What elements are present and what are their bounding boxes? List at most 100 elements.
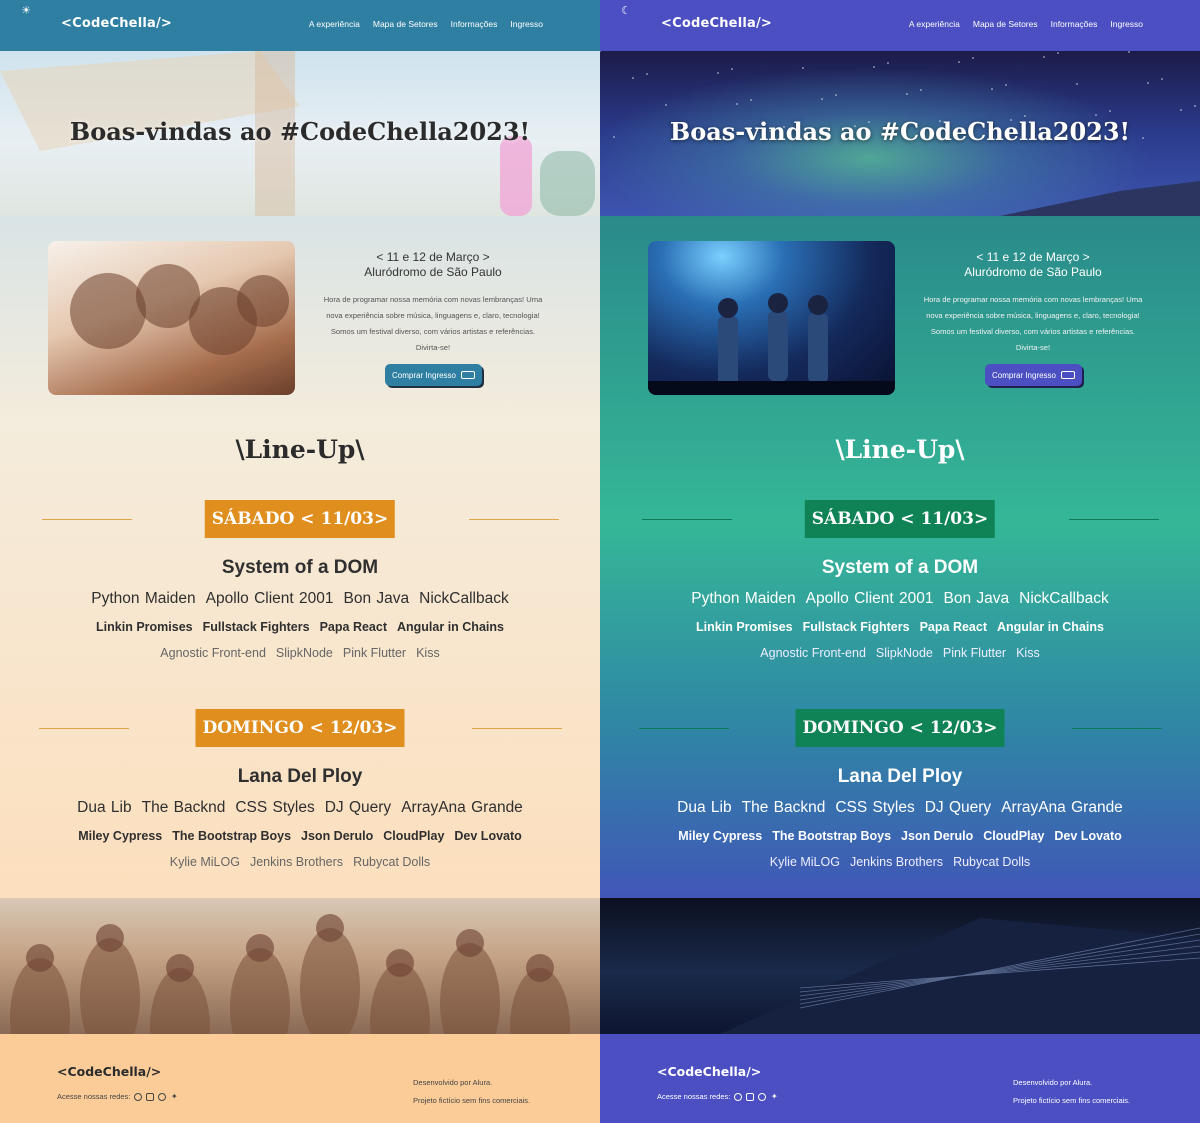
star-shape xyxy=(632,77,634,79)
twitch-icon[interactable] xyxy=(146,1092,155,1101)
crowd-head-shape xyxy=(456,929,484,957)
star-shape xyxy=(1043,56,1045,58)
artist-name: SlipkNode xyxy=(875,646,933,660)
star-shape xyxy=(1194,105,1196,107)
headliner: System of a DOM xyxy=(821,557,979,578)
nav-link-mapa-setores[interactable]: Mapa de Setores xyxy=(373,19,438,29)
artist-name: Kylie MiLOG xyxy=(769,855,840,869)
twitter-icon[interactable]: ✦ xyxy=(770,1092,778,1101)
nav-link-informacoes[interactable]: Informações xyxy=(1051,19,1098,29)
divider-line-left xyxy=(42,519,132,520)
star-shape xyxy=(906,93,908,95)
footer-logo[interactable]: <CodeChella/> xyxy=(57,1064,161,1079)
artist-name: Python Maiden xyxy=(91,590,196,607)
credit-developed-by: Desenvolvido por Alura. xyxy=(1013,1078,1093,1087)
mountain-shape xyxy=(1000,181,1200,216)
header-logo[interactable]: <CodeChella/> xyxy=(661,16,772,31)
crowd-head-shape xyxy=(526,954,554,982)
star-shape xyxy=(731,68,733,70)
header-logo[interactable]: <CodeChella/> xyxy=(61,16,172,31)
nav-link-ingresso[interactable]: Ingresso xyxy=(1110,19,1143,29)
intro-photo-image xyxy=(70,264,289,355)
star-shape xyxy=(646,73,648,75)
artists-tier-1: Python Maiden Apollo Client 2001 Bon Java N… xyxy=(0,590,600,608)
star-shape xyxy=(717,72,719,74)
credit-disclaimer: Projeto fictício sem fins comerciais. xyxy=(413,1096,531,1105)
event-description: Hora de programar nossa memória com nova… xyxy=(923,295,1143,352)
intro-photo-image xyxy=(648,293,895,395)
nav-link-experiencia[interactable]: A experiência xyxy=(309,19,360,29)
nav-link-informacoes[interactable]: Informações xyxy=(451,19,498,29)
artist-name: Kiss xyxy=(416,646,440,660)
nav-link-ingresso[interactable]: Ingresso xyxy=(510,19,543,29)
artists-tier-3: Agnostic Front-end SlipkNode Pink Flutter K… xyxy=(600,646,1200,660)
main-nav: A experiência Mapa de Setores Informaçõe… xyxy=(309,19,543,29)
crowd-banner xyxy=(600,898,1200,1034)
artist-name: The Bootstrap Boys xyxy=(172,829,292,843)
person-head-shape xyxy=(70,273,146,349)
star-shape xyxy=(972,57,974,59)
divider-line-right xyxy=(1072,728,1162,729)
sun-icon[interactable]: ☀ xyxy=(20,5,32,17)
artist-name: Angular in Chains xyxy=(997,620,1104,634)
nav-link-mapa-setores[interactable]: Mapa de Setores xyxy=(973,19,1038,29)
artist-name: CloudPlay xyxy=(983,829,1045,843)
twitch-icon[interactable] xyxy=(746,1092,755,1101)
star-shape xyxy=(835,94,837,96)
site-header: ☾ <CodeChella/> A experiência Mapa de Se… xyxy=(600,0,1200,51)
musician-head-shape xyxy=(718,298,738,318)
event-dates: < 11 e 12 de Março > xyxy=(376,250,490,264)
star-shape xyxy=(1109,110,1111,112)
footer-logo[interactable]: <CodeChella/> xyxy=(657,1064,761,1079)
event-info: < 11 e 12 de Março > Aluródromo de São P… xyxy=(918,250,1148,386)
crowd-banner-image xyxy=(10,914,570,1034)
artist-name: Agnostic Front-end xyxy=(760,646,866,660)
star-shape xyxy=(1076,83,1078,85)
artists-tier-2: Miley Cypress The Bootstrap Boys Json Deru… xyxy=(0,829,600,843)
buy-ticket-button[interactable]: Comprar Ingresso xyxy=(985,364,1082,386)
buy-ticket-label: Comprar Ingresso xyxy=(991,370,1057,380)
nav-link-experiencia[interactable]: A experiência xyxy=(909,19,960,29)
day-badge: DOMINGO < 12/03> xyxy=(195,709,405,747)
star-shape xyxy=(887,62,889,64)
whatsapp-icon[interactable] xyxy=(734,1092,743,1101)
site-footer: <CodeChella/> Acesse nossas redes: ✦ Des… xyxy=(600,1034,1200,1123)
artist-name: DJ Query xyxy=(924,799,992,816)
social-links: Acesse nossas redes: ✦ xyxy=(657,1092,778,1101)
star-shape xyxy=(958,61,960,63)
artist-name: Fullstack Fighters xyxy=(202,620,310,634)
instagram-icon[interactable] xyxy=(758,1092,767,1101)
whatsapp-icon[interactable] xyxy=(134,1092,143,1101)
artist-name: Rubycat Dolls xyxy=(953,855,1031,869)
plush-shape xyxy=(540,151,595,216)
main-nav: A experiência Mapa de Setores Informaçõe… xyxy=(909,19,1143,29)
moon-icon[interactable]: ☾ xyxy=(620,5,632,17)
artists-tier-3: Kylie MiLOG Jenkins Brothers Rubycat Dolls xyxy=(600,855,1200,869)
crowd-head-shape xyxy=(246,934,274,962)
star-shape xyxy=(802,67,804,69)
musician-shape xyxy=(768,311,788,381)
artist-name: DJ Query xyxy=(324,799,392,816)
star-shape xyxy=(1057,52,1059,54)
star-shape xyxy=(1147,82,1149,84)
twitter-icon[interactable]: ✦ xyxy=(170,1092,178,1101)
artist-name: Apollo Client 2001 xyxy=(205,590,334,607)
artist-name: Pink Flutter xyxy=(342,646,407,660)
artist-name: Linkin Promises xyxy=(696,620,793,634)
crowd-person-shape xyxy=(300,928,360,1034)
star-shape xyxy=(873,66,875,68)
person-head-shape xyxy=(237,275,289,327)
star-shape xyxy=(920,89,922,91)
artist-name: ArrayAna Grande xyxy=(1001,799,1123,816)
artist-name: Fullstack Fighters xyxy=(802,620,910,634)
divider-line-right xyxy=(469,519,559,520)
instagram-icon[interactable] xyxy=(158,1092,167,1101)
artist-name: Miley Cypress xyxy=(678,829,763,843)
crowd-banner xyxy=(0,898,600,1034)
artist-name: The Backnd xyxy=(141,799,226,816)
headliner: System of a DOM xyxy=(221,557,379,578)
artist-name: Json Derulo xyxy=(901,829,974,843)
buy-ticket-button[interactable]: Comprar Ingresso xyxy=(385,364,482,386)
crowd-person-shape xyxy=(80,938,140,1034)
artist-name: Apollo Client 2001 xyxy=(805,590,934,607)
